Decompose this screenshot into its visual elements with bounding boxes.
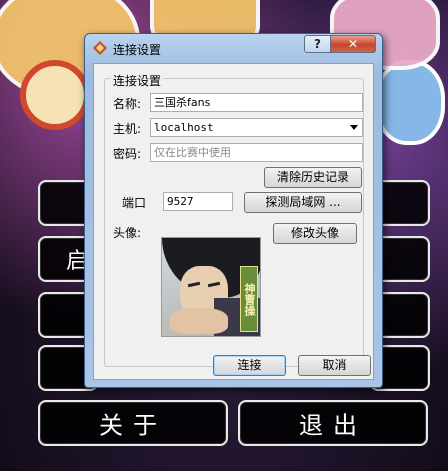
- host-combobox[interactable]: localhost: [150, 118, 363, 137]
- about-button-label: 关于: [99, 411, 167, 440]
- change-avatar-button[interactable]: 修改头像: [273, 223, 357, 244]
- cancel-button[interactable]: 取消: [298, 355, 371, 376]
- host-label: 主机:: [113, 122, 142, 136]
- dialog-title: 连接设置: [113, 43, 162, 57]
- exit-button[interactable]: 退出: [238, 400, 428, 446]
- dialog-title-bar[interactable]: 连接设置 ? ✕: [85, 34, 382, 62]
- name-label: 名称:: [113, 97, 142, 111]
- host-value: localhost: [154, 121, 214, 134]
- avatar-nameplate: 神曹操: [240, 266, 258, 332]
- about-button[interactable]: 关于: [38, 400, 228, 446]
- title-bar-buttons: ? ✕: [304, 35, 376, 53]
- connect-button[interactable]: 连接: [213, 355, 286, 376]
- dialog-client-area: 连接设置 名称: 三国杀fans 主机: localhost 密码: 仅在比赛中…: [93, 63, 374, 380]
- avatar-label: 头像:: [113, 226, 142, 240]
- group-title: 连接设置: [111, 72, 164, 89]
- port-input[interactable]: 9527: [163, 192, 233, 211]
- game-logo-ring: [20, 60, 90, 130]
- avatar-image: 神曹操: [161, 237, 261, 337]
- name-input[interactable]: 三国杀fans: [150, 93, 363, 112]
- detect-lan-button[interactable]: 探测局域网 ...: [244, 192, 362, 213]
- dropdown-arrow-icon[interactable]: [350, 125, 358, 130]
- clear-history-button[interactable]: 清除历史记录: [264, 167, 362, 188]
- password-input[interactable]: 仅在比赛中使用: [150, 143, 363, 162]
- app-diamond-icon: [93, 41, 107, 55]
- port-label: 端口: [122, 196, 147, 210]
- close-button[interactable]: ✕: [331, 35, 376, 53]
- password-label: 密码:: [113, 147, 142, 161]
- exit-button-label: 退出: [299, 411, 367, 440]
- game-logo-right: [375, 60, 445, 145]
- help-button[interactable]: ?: [304, 35, 331, 53]
- avatar-hand: [170, 308, 228, 334]
- connection-settings-dialog: 连接设置 ? ✕ 连接设置 名称: 三国杀fans 主机: localhost …: [84, 33, 383, 388]
